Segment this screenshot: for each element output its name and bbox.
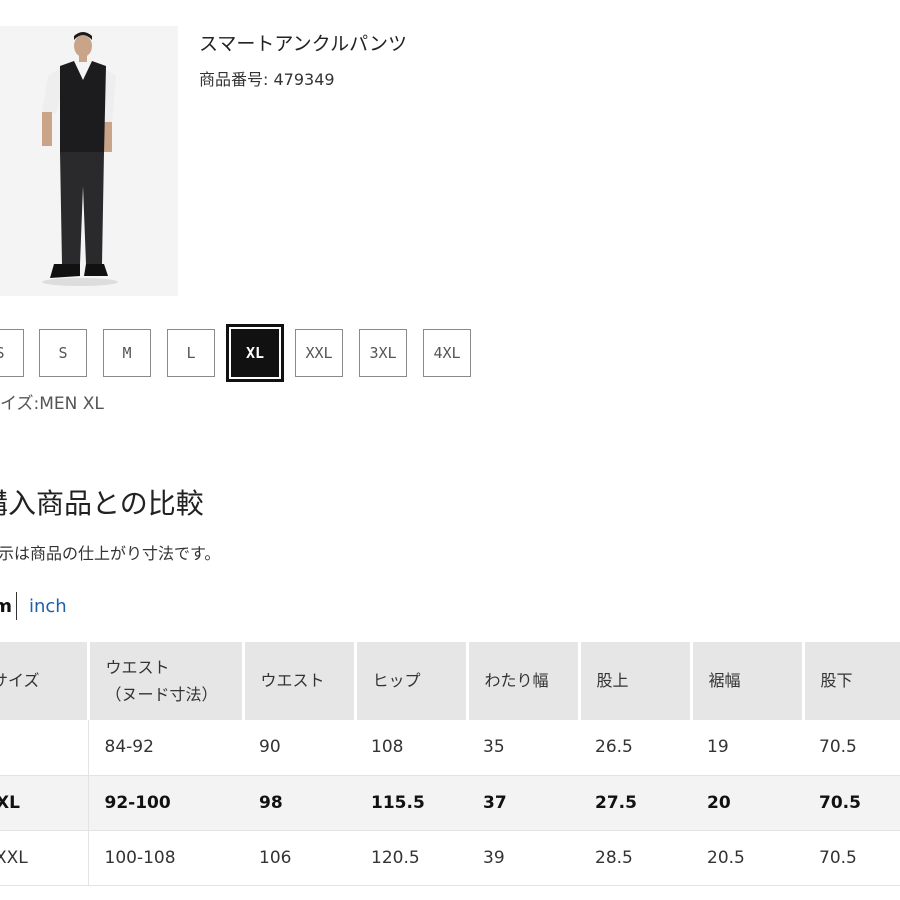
table-cell: 115.5 (355, 775, 467, 831)
size-button-3xl[interactable]: 3XL (359, 329, 407, 377)
table-cell: 90 (243, 720, 355, 776)
header-hem-width: 裾幅 (691, 642, 805, 720)
table-cell: XXL (0, 830, 89, 886)
table-row: L 84-92 90 108 35 26.5 19 70.5 (0, 720, 900, 776)
table-cell: 37 (467, 775, 579, 831)
table-cell: 28.5 (579, 830, 691, 886)
table-cell: 39 (467, 830, 579, 886)
table-cell: 92-100 (88, 775, 243, 831)
unit-cm-option[interactable]: cm (0, 596, 12, 617)
size-button-s[interactable]: S (39, 329, 87, 377)
table-header-row: サイズ ウエスト （ヌード寸法） ウエスト ヒップ わたり幅 股上 裾幅 股下 (0, 642, 900, 720)
table-cell: 26.5 (579, 720, 691, 776)
header-inseam: 股下 (803, 642, 900, 720)
table-row-current: XL 92-100 98 115.5 37 27.5 20 70.5 (0, 775, 900, 831)
size-comparison-table: サイズ ウエスト （ヌード寸法） ウエスト ヒップ わたり幅 股上 裾幅 股下 … (0, 642, 900, 886)
table-cell: 100-108 (88, 830, 243, 886)
table-cell: 70.5 (803, 720, 900, 776)
table-row: XXL 100-108 106 120.5 39 28.5 20.5 70.5 (0, 830, 900, 886)
table-cell: 98 (243, 775, 355, 831)
size-button-s-partial[interactable]: S (0, 329, 24, 377)
table-cell: 35 (467, 720, 579, 776)
model-photo-icon (0, 26, 178, 296)
table-cell: 106 (243, 830, 355, 886)
header-waist: ウエスト (243, 642, 357, 720)
unit-inch-option[interactable]: inch (29, 596, 67, 617)
product-photo (0, 26, 178, 296)
table-cell: 120.5 (355, 830, 467, 886)
table-cell: XL (0, 775, 89, 831)
comparison-note: 示は商品の仕上がり寸法です。 (0, 544, 221, 563)
product-number: 商品番号: 479349 (199, 70, 335, 89)
header-size: サイズ (0, 642, 90, 720)
header-thigh-width: わたり幅 (467, 642, 581, 720)
table-cell: 70.5 (803, 775, 900, 831)
size-button-xxl[interactable]: XXL (295, 329, 343, 377)
table-cell: 20.5 (691, 830, 803, 886)
size-button-l[interactable]: L (167, 329, 215, 377)
header-nude-waist: ウエスト （ヌード寸法） (88, 642, 245, 720)
size-button-m[interactable]: M (103, 329, 151, 377)
table-cell: 108 (355, 720, 467, 776)
table-cell: 20 (691, 775, 803, 831)
header-hip: ヒップ (355, 642, 469, 720)
product-name: スマートアンクルパンツ (199, 33, 408, 55)
table-cell: 84-92 (88, 720, 243, 776)
selected-size-label: イズ:MEN XL (0, 394, 104, 414)
unit-divider (16, 592, 17, 620)
header-rise: 股上 (579, 642, 693, 720)
table-cell: 27.5 (579, 775, 691, 831)
table-cell: L (0, 720, 89, 776)
comparison-title: 購入商品との比較 (0, 487, 204, 520)
size-button-4xl[interactable]: 4XL (423, 329, 471, 377)
size-button-xl[interactable]: XL (226, 324, 284, 382)
table-cell: 70.5 (803, 830, 900, 886)
table-cell: 19 (691, 720, 803, 776)
unit-toggle: cm inch (0, 590, 67, 622)
